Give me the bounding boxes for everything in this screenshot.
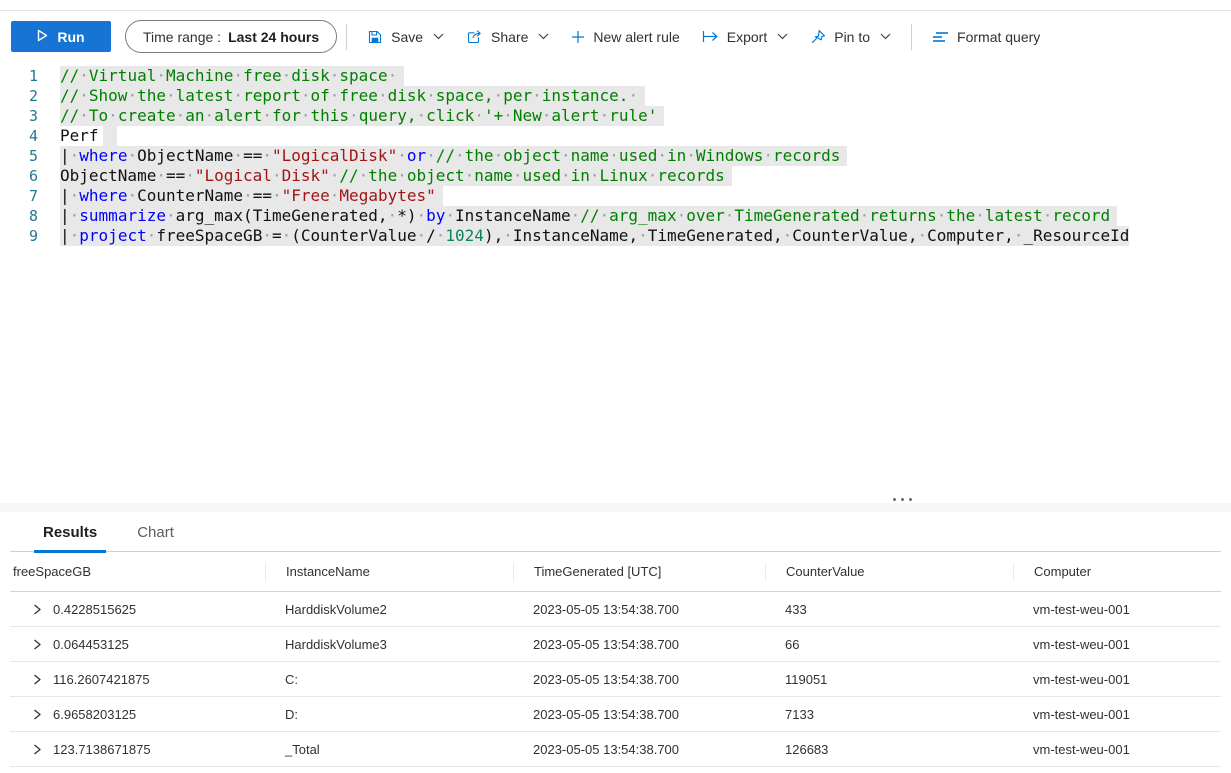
chevron-down-icon (538, 33, 549, 40)
panel-resize-handle[interactable] (0, 495, 1231, 512)
cell-timegenerated: 2023-05-05 13:54:38.700 (513, 637, 765, 652)
cell-timegenerated: 2023-05-05 13:54:38.700 (513, 672, 765, 687)
cell-freespacegb: 0.064453125 (10, 637, 265, 652)
save-button-label: Save (391, 29, 423, 45)
cell-computer: vm-test-weu-001 (1013, 672, 1221, 687)
code-line-2[interactable]: 2//·Show·the·latest·report·of·free·disk·… (0, 86, 1231, 106)
column-header-countervalue[interactable]: CounterValue (765, 562, 1013, 582)
share-button[interactable]: Share (455, 19, 560, 55)
cell-computer: vm-test-weu-001 (1013, 637, 1221, 652)
cell-freespacegb: 123.7138671875 (10, 742, 265, 757)
table-row[interactable]: 6.9658203125D:2023-05-05 13:54:38.700713… (10, 697, 1221, 732)
table-row[interactable]: 0.064453125HarddiskVolume32023-05-05 13:… (10, 627, 1221, 662)
code-line-3[interactable]: 3//·To·create·an·alert·for·this·query,·c… (0, 106, 1231, 126)
save-button[interactable]: Save (356, 19, 455, 55)
cell-computer: vm-test-weu-001 (1013, 602, 1221, 617)
line-number: 1 (0, 66, 44, 86)
code-line-5[interactable]: 5|·where·ObjectName·==·"LogicalDisk"·or·… (0, 146, 1231, 166)
run-button[interactable]: Run (11, 21, 111, 52)
cell-instancename: HarddiskVolume2 (265, 602, 513, 617)
format-query-button[interactable]: Format query (921, 19, 1051, 55)
chevron-down-icon (777, 33, 788, 40)
tab-chart[interactable]: Chart (128, 524, 183, 553)
line-number: 3 (0, 106, 44, 126)
pin-to-button[interactable]: Pin to (799, 19, 902, 55)
cell-freespacegb: 0.4228515625 (10, 602, 265, 617)
cell-freespacegb: 6.9658203125 (10, 707, 265, 722)
time-range-label: Time range : (143, 29, 221, 45)
play-icon (37, 29, 48, 45)
plus-icon (571, 30, 585, 44)
code-line-9[interactable]: 9|·project·freeSpaceGB·=·(CounterValue·/… (0, 226, 1231, 246)
cell-computer: vm-test-weu-001 (1013, 707, 1221, 722)
format-query-icon (932, 30, 949, 44)
resize-grip-icon (893, 498, 912, 501)
code-line-8[interactable]: 8|·summarize·arg_max(TimeGenerated,·*)·b… (0, 206, 1231, 226)
results-tabbar: Results Chart (10, 512, 1221, 552)
table-row[interactable]: 0.4228515625HarddiskVolume22023-05-05 13… (10, 592, 1221, 627)
cell-countervalue: 126683 (765, 742, 1013, 757)
cell-countervalue: 119051 (765, 672, 1013, 687)
results-panel: Results Chart freeSpaceGB InstanceName T… (0, 512, 1231, 773)
cell-freespacegb: 116.2607421875 (10, 672, 265, 687)
toolbar: Run Time range : Last 24 hours Save Shar… (0, 11, 1231, 62)
row-expand-icon[interactable] (32, 638, 42, 651)
table-row[interactable]: 116.2607421875C:2023-05-05 13:54:38.7001… (10, 662, 1221, 697)
toolbar-separator (346, 24, 347, 50)
export-button[interactable]: Export (691, 19, 799, 55)
cell-countervalue: 433 (765, 602, 1013, 617)
column-header-computer[interactable]: Computer (1013, 562, 1221, 582)
line-number: 2 (0, 86, 44, 106)
line-number: 9 (0, 226, 44, 246)
tab-results[interactable]: Results (34, 524, 106, 553)
results-table-body: 0.4228515625HarddiskVolume22023-05-05 13… (10, 592, 1221, 767)
cell-countervalue: 66 (765, 637, 1013, 652)
column-header-timegenerated[interactable]: TimeGenerated [UTC] (513, 562, 765, 582)
export-icon (702, 30, 719, 43)
cell-instancename: HarddiskVolume3 (265, 637, 513, 652)
share-button-label: Share (491, 29, 528, 45)
row-expand-icon[interactable] (32, 743, 42, 756)
line-number: 8 (0, 206, 44, 226)
line-number: 6 (0, 166, 44, 186)
time-range-value: Last 24 hours (228, 29, 319, 45)
query-editor[interactable]: 1//·Virtual·Machine·free·disk·space·2//·… (0, 62, 1231, 495)
cell-instancename: C: (265, 672, 513, 687)
cell-countervalue: 7133 (765, 707, 1013, 722)
cell-timegenerated: 2023-05-05 13:54:38.700 (513, 742, 765, 757)
log-analytics-query-pane: Run Time range : Last 24 hours Save Shar… (0, 0, 1231, 773)
code-line-1[interactable]: 1//·Virtual·Machine·free·disk·space· (0, 66, 1231, 86)
code-line-4[interactable]: 4Perf (0, 126, 1231, 146)
table-row[interactable]: 123.7138671875_Total2023-05-05 13:54:38.… (10, 732, 1221, 767)
new-alert-rule-label: New alert rule (593, 29, 679, 45)
share-icon (466, 29, 483, 45)
save-icon (367, 29, 383, 45)
cell-timegenerated: 2023-05-05 13:54:38.700 (513, 707, 765, 722)
cell-instancename: _Total (265, 742, 513, 757)
chevron-down-icon (433, 33, 444, 40)
time-range-picker[interactable]: Time range : Last 24 hours (125, 20, 337, 53)
new-alert-rule-button[interactable]: New alert rule (560, 19, 690, 55)
line-number: 5 (0, 146, 44, 166)
toolbar-separator (911, 24, 912, 50)
pin-icon (810, 29, 826, 45)
row-expand-icon[interactable] (32, 603, 42, 616)
row-expand-icon[interactable] (32, 673, 42, 686)
export-button-label: Export (727, 29, 767, 45)
format-query-label: Format query (957, 29, 1040, 45)
row-expand-icon[interactable] (32, 708, 42, 721)
cell-instancename: D: (265, 707, 513, 722)
code-line-6[interactable]: 6ObjectName·==·"Logical·Disk"·//·the·obj… (0, 166, 1231, 186)
line-number: 7 (0, 186, 44, 206)
results-table-header: freeSpaceGB InstanceName TimeGenerated [… (10, 552, 1221, 592)
pin-to-button-label: Pin to (834, 29, 870, 45)
chevron-down-icon (880, 33, 891, 40)
column-header-instancename[interactable]: InstanceName (265, 562, 513, 582)
column-header-freespacegb[interactable]: freeSpaceGB (10, 562, 265, 582)
line-number: 4 (0, 126, 44, 146)
cell-computer: vm-test-weu-001 (1013, 742, 1221, 757)
cell-timegenerated: 2023-05-05 13:54:38.700 (513, 602, 765, 617)
code-line-7[interactable]: 7|·where·CounterName·==·"Free·Megabytes" (0, 186, 1231, 206)
run-button-label: Run (57, 29, 84, 45)
